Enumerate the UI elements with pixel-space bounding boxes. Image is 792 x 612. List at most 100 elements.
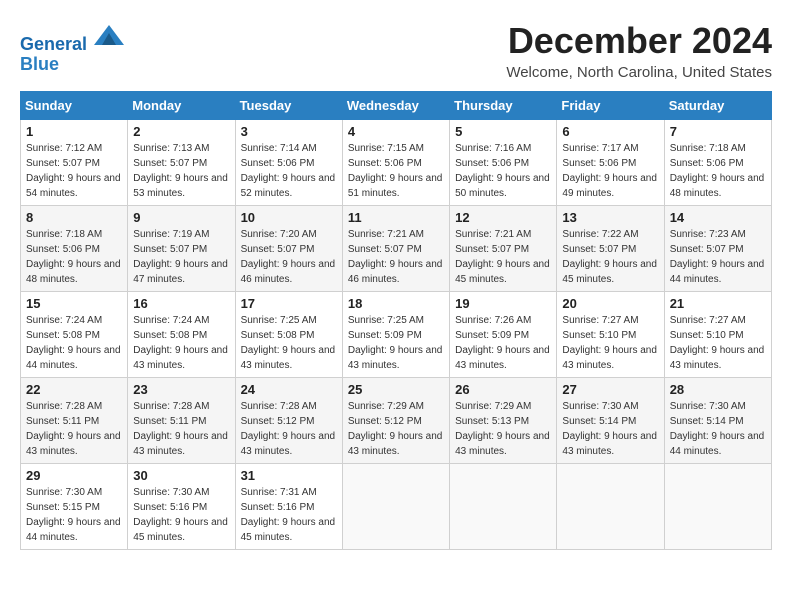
day-number: 14 (670, 210, 766, 225)
calendar-header-row: SundayMondayTuesdayWednesdayThursdayFrid… (21, 92, 772, 120)
day-info: Sunrise: 7:26 AMSunset: 5:09 PMDaylight:… (455, 313, 551, 373)
day-number: 18 (348, 296, 444, 311)
day-info: Sunrise: 7:27 AMSunset: 5:10 PMDaylight:… (562, 313, 658, 373)
day-number: 19 (455, 296, 551, 311)
calendar-day: 2Sunrise: 7:13 AMSunset: 5:07 PMDaylight… (128, 120, 235, 206)
logo: General Blue (20, 20, 124, 75)
day-info: Sunrise: 7:21 AMSunset: 5:07 PMDaylight:… (455, 227, 551, 287)
day-info: Sunrise: 7:21 AMSunset: 5:07 PMDaylight:… (348, 227, 444, 287)
calendar-day: 23 Sunrise: 7:28 AMSunset: 5:11 PMDayligh… (128, 378, 235, 464)
page-header: General Blue December 2024 Welcome, Nort… (20, 20, 772, 81)
day-number: 7 (670, 124, 766, 139)
day-number: 9 (133, 210, 229, 225)
day-info: Sunrise: 7:28 AMSunset: 5:11 PMDaylight:… (26, 399, 122, 459)
day-info: Sunrise: 7:28 AMSunset: 5:11 PMDaylight:… (133, 399, 229, 459)
calendar-day: 5 Sunrise: 7:16 AMSunset: 5:06 PMDaylight… (450, 120, 557, 206)
day-info: Sunrise: 7:30 AMSunset: 5:15 PMDaylight:… (26, 485, 122, 545)
day-number: 1 (26, 124, 122, 139)
day-info: Sunrise: 7:18 AMSunset: 5:06 PMDaylight:… (26, 227, 122, 287)
calendar-day (342, 464, 449, 550)
calendar-day: 9Sunrise: 7:19 AMSunset: 5:07 PMDaylight… (128, 206, 235, 292)
day-number: 10 (241, 210, 337, 225)
day-number: 28 (670, 382, 766, 397)
calendar-day: 25 Sunrise: 7:29 AMSunset: 5:12 PMDayligh… (342, 378, 449, 464)
day-info: Sunrise: 7:23 AMSunset: 5:07 PMDaylight:… (670, 227, 766, 287)
calendar-day: 10 Sunrise: 7:20 AMSunset: 5:07 PMDayligh… (235, 206, 342, 292)
day-info: Sunrise: 7:25 AMSunset: 5:09 PMDaylight:… (348, 313, 444, 373)
calendar-day: 24 Sunrise: 7:28 AMSunset: 5:12 PMDayligh… (235, 378, 342, 464)
col-header-saturday: Saturday (664, 92, 771, 120)
calendar-day: 6 Sunrise: 7:17 AMSunset: 5:06 PMDaylight… (557, 120, 664, 206)
day-number: 5 (455, 124, 551, 139)
calendar-week-3: 15 Sunrise: 7:24 AMSunset: 5:08 PMDayligh… (21, 292, 772, 378)
col-header-monday: Monday (128, 92, 235, 120)
col-header-tuesday: Tuesday (235, 92, 342, 120)
calendar-day: 8 Sunrise: 7:18 AMSunset: 5:06 PMDaylight… (21, 206, 128, 292)
calendar-day: 31Sunrise: 7:31 AMSunset: 5:16 PMDayligh… (235, 464, 342, 550)
calendar-day (450, 464, 557, 550)
calendar-day: 17 Sunrise: 7:25 AMSunset: 5:08 PMDayligh… (235, 292, 342, 378)
calendar-day: 21Sunrise: 7:27 AMSunset: 5:10 PMDayligh… (664, 292, 771, 378)
calendar-table: SundayMondayTuesdayWednesdayThursdayFrid… (20, 91, 772, 550)
logo-blue: Blue (20, 54, 59, 74)
day-number: 15 (26, 296, 122, 311)
day-info: Sunrise: 7:29 AMSunset: 5:12 PMDaylight:… (348, 399, 444, 459)
day-number: 17 (241, 296, 337, 311)
calendar-day: 14 Sunrise: 7:23 AMSunset: 5:07 PMDayligh… (664, 206, 771, 292)
calendar-day: 22 Sunrise: 7:28 AMSunset: 5:11 PMDayligh… (21, 378, 128, 464)
col-header-friday: Friday (557, 92, 664, 120)
day-info: Sunrise: 7:16 AMSunset: 5:06 PMDaylight:… (455, 141, 551, 201)
calendar-day: 30 Sunrise: 7:30 AMSunset: 5:16 PMDayligh… (128, 464, 235, 550)
day-info: Sunrise: 7:29 AMSunset: 5:13 PMDaylight:… (455, 399, 551, 459)
day-number: 26 (455, 382, 551, 397)
calendar-day: 13Sunrise: 7:22 AMSunset: 5:07 PMDayligh… (557, 206, 664, 292)
calendar-day: 7 Sunrise: 7:18 AMSunset: 5:06 PMDaylight… (664, 120, 771, 206)
calendar-day: 16Sunrise: 7:24 AMSunset: 5:08 PMDayligh… (128, 292, 235, 378)
calendar-day: 1Sunrise: 7:12 AMSunset: 5:07 PMDaylight… (21, 120, 128, 206)
day-number: 25 (348, 382, 444, 397)
day-number: 21 (670, 296, 766, 311)
day-number: 6 (562, 124, 658, 139)
day-number: 4 (348, 124, 444, 139)
day-info: Sunrise: 7:13 AMSunset: 5:07 PMDaylight:… (133, 141, 229, 201)
day-number: 20 (562, 296, 658, 311)
day-number: 22 (26, 382, 122, 397)
calendar-day: 15 Sunrise: 7:24 AMSunset: 5:08 PMDayligh… (21, 292, 128, 378)
day-number: 27 (562, 382, 658, 397)
logo-general: General (20, 34, 87, 54)
calendar-day: 28 Sunrise: 7:30 AMSunset: 5:14 PMDayligh… (664, 378, 771, 464)
day-info: Sunrise: 7:24 AMSunset: 5:08 PMDaylight:… (26, 313, 122, 373)
calendar-week-5: 29 Sunrise: 7:30 AMSunset: 5:15 PMDayligh… (21, 464, 772, 550)
day-info: Sunrise: 7:28 AMSunset: 5:12 PMDaylight:… (241, 399, 337, 459)
calendar-day: 19 Sunrise: 7:26 AMSunset: 5:09 PMDayligh… (450, 292, 557, 378)
day-info: Sunrise: 7:25 AMSunset: 5:08 PMDaylight:… (241, 313, 337, 373)
calendar-day: 11 Sunrise: 7:21 AMSunset: 5:07 PMDayligh… (342, 206, 449, 292)
calendar-day: 18 Sunrise: 7:25 AMSunset: 5:09 PMDayligh… (342, 292, 449, 378)
day-info: Sunrise: 7:18 AMSunset: 5:06 PMDaylight:… (670, 141, 766, 201)
day-number: 23 (133, 382, 229, 397)
col-header-wednesday: Wednesday (342, 92, 449, 120)
day-info: Sunrise: 7:24 AMSunset: 5:08 PMDaylight:… (133, 313, 229, 373)
calendar-day: 20 Sunrise: 7:27 AMSunset: 5:10 PMDayligh… (557, 292, 664, 378)
day-number: 3 (241, 124, 337, 139)
day-info: Sunrise: 7:17 AMSunset: 5:06 PMDaylight:… (562, 141, 658, 201)
day-number: 30 (133, 468, 229, 483)
day-info: Sunrise: 7:30 AMSunset: 5:14 PMDaylight:… (670, 399, 766, 459)
day-number: 8 (26, 210, 122, 225)
day-info: Sunrise: 7:30 AMSunset: 5:14 PMDaylight:… (562, 399, 658, 459)
day-info: Sunrise: 7:30 AMSunset: 5:16 PMDaylight:… (133, 485, 229, 545)
day-info: Sunrise: 7:22 AMSunset: 5:07 PMDaylight:… (562, 227, 658, 287)
day-info: Sunrise: 7:20 AMSunset: 5:07 PMDaylight:… (241, 227, 337, 287)
calendar-week-4: 22 Sunrise: 7:28 AMSunset: 5:11 PMDayligh… (21, 378, 772, 464)
calendar-day: 12Sunrise: 7:21 AMSunset: 5:07 PMDayligh… (450, 206, 557, 292)
calendar-day (557, 464, 664, 550)
day-number: 24 (241, 382, 337, 397)
logo-icon (94, 20, 124, 50)
calendar-day: 4Sunrise: 7:15 AMSunset: 5:06 PMDaylight… (342, 120, 449, 206)
day-number: 11 (348, 210, 444, 225)
day-number: 29 (26, 468, 122, 483)
day-info: Sunrise: 7:31 AMSunset: 5:16 PMDaylight:… (241, 485, 337, 545)
calendar-week-2: 8 Sunrise: 7:18 AMSunset: 5:06 PMDaylight… (21, 206, 772, 292)
calendar-day: 27 Sunrise: 7:30 AMSunset: 5:14 PMDayligh… (557, 378, 664, 464)
col-header-sunday: Sunday (21, 92, 128, 120)
